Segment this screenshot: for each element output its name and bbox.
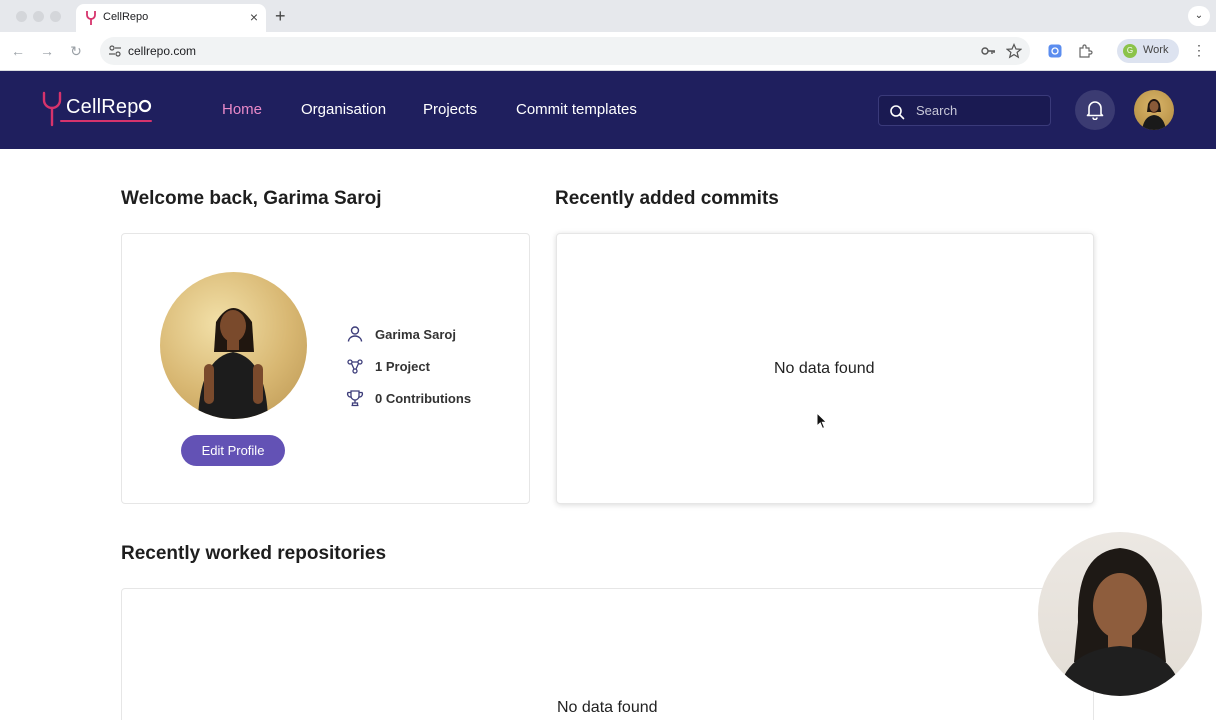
- logo-o-icon: [138, 99, 152, 113]
- extensions-puzzle-icon[interactable]: [1077, 43, 1093, 59]
- profile-avatar-icon: G: [1123, 44, 1137, 58]
- profile-card: Edit Profile Garima Saroj 1 Project 0 Co…: [121, 233, 530, 504]
- search-input[interactable]: Search: [878, 95, 1051, 126]
- tab-title: CellRepo: [103, 11, 149, 23]
- avatar-person-icon: [1142, 99, 1166, 130]
- notifications-button[interactable]: [1075, 90, 1115, 130]
- user-avatar[interactable]: [1134, 90, 1174, 130]
- forward-icon[interactable]: →: [38, 42, 56, 60]
- profile-photo: [160, 272, 307, 419]
- profile-contributions: 0 Contributions: [375, 391, 472, 406]
- profile-label: Work: [1143, 44, 1169, 56]
- profile-name: Garima Saroj: [375, 327, 456, 342]
- logo-text: CellRep: [66, 96, 139, 118]
- nav-projects[interactable]: Projects: [423, 101, 477, 118]
- nav-commit-templates[interactable]: Commit templates: [516, 101, 637, 118]
- window-minimize-dot[interactable]: [33, 11, 44, 22]
- tab-search-chevron-icon[interactable]: ⌄: [1188, 6, 1210, 26]
- browser-toolbar: ← → ↻ cellrepo.com G Work ⋮: [0, 32, 1216, 71]
- cellrepo-logo[interactable]: CellRep: [40, 89, 160, 129]
- browser-tab-strip: CellRepo × + ⌄: [0, 0, 1216, 32]
- url-text: cellrepo.com: [128, 44, 197, 58]
- repositories-heading: Recently worked repositories: [121, 543, 387, 564]
- welcome-heading: Welcome back, Garima Saroj: [121, 188, 382, 209]
- profile-projects: 1 Project: [375, 359, 430, 374]
- commits-card: No data found: [556, 233, 1094, 504]
- mouse-cursor-icon: [816, 412, 828, 430]
- extension-icon[interactable]: [1047, 43, 1063, 59]
- bookmark-star-icon[interactable]: [1006, 43, 1022, 59]
- webcam-overlay: [1038, 532, 1202, 696]
- commits-heading: Recently added commits: [555, 188, 779, 209]
- repositories-card: No data found: [121, 588, 1094, 720]
- bell-icon: [1086, 101, 1104, 120]
- webcam-person-icon: [1058, 548, 1182, 696]
- window-zoom-dot[interactable]: [50, 11, 61, 22]
- git-branch-icon: [347, 359, 363, 374]
- back-icon[interactable]: ←: [9, 42, 27, 60]
- logo-underline: [60, 120, 152, 122]
- nav-home[interactable]: Home: [222, 101, 262, 118]
- tab-close-icon[interactable]: ×: [250, 9, 258, 25]
- address-bar[interactable]: cellrepo.com: [100, 37, 1030, 65]
- window-close-dot[interactable]: [16, 11, 27, 22]
- edit-profile-button[interactable]: Edit Profile: [181, 435, 285, 466]
- repositories-empty-text: No data found: [557, 699, 658, 716]
- profile-person-icon: [198, 308, 268, 419]
- reload-icon[interactable]: ↻: [67, 42, 85, 60]
- app-header: CellRep Home Organisation Projects Commi…: [0, 71, 1216, 149]
- new-tab-icon[interactable]: +: [275, 6, 286, 26]
- user-icon: [347, 326, 363, 342]
- nav-organisation[interactable]: Organisation: [301, 101, 386, 118]
- browser-menu-icon[interactable]: ⋮: [1192, 42, 1206, 59]
- search-icon: [890, 105, 905, 120]
- password-key-icon[interactable]: [980, 43, 996, 59]
- trophy-icon: [346, 390, 364, 407]
- site-settings-icon[interactable]: [108, 44, 122, 58]
- cellrepo-favicon-icon: [86, 11, 96, 25]
- search-placeholder: Search: [916, 103, 958, 118]
- browser-profile-chip[interactable]: G Work: [1117, 39, 1179, 63]
- commits-empty-text: No data found: [774, 360, 875, 377]
- browser-tab[interactable]: CellRepo ×: [76, 4, 266, 32]
